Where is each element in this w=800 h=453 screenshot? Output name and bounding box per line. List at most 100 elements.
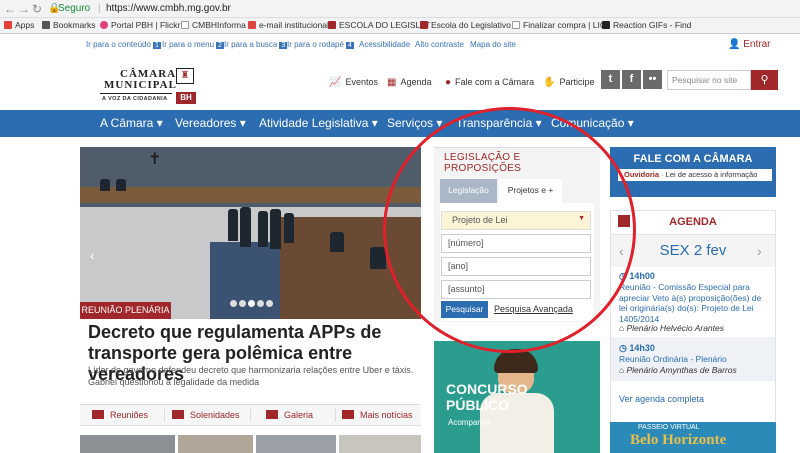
solenidades-link[interactable]: Solenidades xyxy=(172,410,240,420)
hero-benches xyxy=(280,217,421,319)
numero-input[interactable]: [número] xyxy=(441,234,591,253)
skip-menu-link[interactable]: Ir para o menu 2 xyxy=(162,40,224,49)
carousel-dot[interactable] xyxy=(248,300,255,307)
event-place: ⌂ Plenário Amynthas de Barros xyxy=(619,365,737,375)
bookmark-label: e-mail institucional xyxy=(259,20,329,30)
news-thumbnail[interactable] xyxy=(80,435,175,453)
bookmark-label: Escola do Legislativo xyxy=(431,20,511,30)
url-field[interactable]: https://www.cmbh.mg.gov.br xyxy=(106,3,231,14)
mais-noticias-link[interactable]: Mais notícias xyxy=(342,410,413,420)
bookmark-email[interactable]: e-mail institucional xyxy=(248,20,329,30)
agenda-link[interactable]: ▦ Agenda xyxy=(387,77,431,88)
category-badge[interactable]: REUNIÃO PLENÁRIA xyxy=(80,302,171,319)
crest-icon: ♜ xyxy=(176,68,194,84)
tipo-select[interactable]: Projeto de Lei ▼ xyxy=(441,211,591,230)
bookmark-escola1[interactable]: ESCOLA DO LEGISLAT xyxy=(328,20,431,30)
participe-icon: ✋ xyxy=(543,77,556,88)
ver-agenda-link[interactable]: Ver agenda completa xyxy=(619,394,704,404)
nav-vereadores[interactable]: Vereadores ▾ xyxy=(175,116,246,130)
hero-carousel-image[interactable]: ✝ ‹ xyxy=(80,147,421,319)
skip-search-link[interactable]: Ir para a busca 3 xyxy=(224,40,288,49)
skip-content-link[interactable]: Ir para o conteúdo 1 xyxy=(86,40,161,49)
nav-a-camara[interactable]: A Câmara ▾ xyxy=(100,116,163,130)
ano-input[interactable]: [ano] xyxy=(441,257,591,276)
sublink-divider xyxy=(164,408,165,422)
bookmark-flickr[interactable]: Portal PBH | Flickr xyxy=(100,20,180,30)
escola-icon xyxy=(420,21,428,29)
reload-icon[interactable]: ↻ xyxy=(32,2,42,16)
news-thumbnail[interactable] xyxy=(178,435,253,453)
header-link-label: Agenda xyxy=(400,77,432,87)
url-separator: | xyxy=(98,3,101,14)
site-search-input[interactable]: Pesquisar no site xyxy=(667,70,751,90)
banner-person-hair xyxy=(494,349,538,373)
carousel-dot[interactable] xyxy=(266,300,273,307)
carousel-dot[interactable] xyxy=(230,300,237,307)
assunto-input[interactable]: [assunto] xyxy=(441,280,591,299)
bookmark-apps[interactable]: Apps xyxy=(4,20,34,30)
news-thumbnail[interactable] xyxy=(256,435,336,453)
bookmark-finalizar[interactable]: Finalizar compra | LIC xyxy=(512,20,606,30)
accessibility-link[interactable]: Acessibilidade xyxy=(359,40,410,49)
bookmark-cmbhinforma[interactable]: CMBHInforma xyxy=(181,20,246,30)
carousel-dot[interactable] xyxy=(239,300,246,307)
email-icon xyxy=(248,21,256,29)
bookmarks-bar: Apps Bookmarks Portal PBH | Flickr CMBHI… xyxy=(0,18,800,34)
event-time: ◷ 14h30 xyxy=(619,343,655,353)
lei-acesso-link[interactable]: · Lei de acesso à informação xyxy=(659,170,757,179)
bookmark-bookmarks[interactable]: Bookmarks xyxy=(42,20,96,30)
galeria-link[interactable]: Galeria xyxy=(266,410,313,420)
news-thumbnail[interactable] xyxy=(339,435,421,453)
ouvidoria-link[interactable]: Ouvidoria xyxy=(624,170,659,179)
bookmark-label: Apps xyxy=(15,20,35,30)
twitter-icon[interactable]: t xyxy=(601,70,620,89)
person-figure xyxy=(370,247,386,269)
facebook-icon[interactable]: f xyxy=(622,70,641,89)
nav-transparencia[interactable]: Transparência ▾ xyxy=(456,116,542,130)
fale-com-camara-banner[interactable]: FALE COM A CÂMARA Ouvidoria · Lei de ace… xyxy=(610,147,776,197)
eventos-link[interactable]: 📈 Eventos xyxy=(329,77,378,88)
nav-atividade-legislativa[interactable]: Atividade Legislativa ▾ xyxy=(259,116,378,130)
agenda-title: AGENDA xyxy=(669,216,717,228)
carousel-dot[interactable] xyxy=(257,300,264,307)
agenda-event[interactable]: ◷ 14h30 Reunião Ordinária - Plenário ⌂ P… xyxy=(611,337,775,381)
next-day-icon[interactable]: › xyxy=(757,243,762,259)
reunioes-link[interactable]: Reuniões xyxy=(92,410,148,420)
participe-link[interactable]: ✋ Participe xyxy=(543,77,594,88)
skip-footer-link[interactable]: Ir para o rodapé 4 xyxy=(287,40,354,49)
concurso-banner[interactable]: CONCURSO PÚBLICO Acompanhe xyxy=(434,341,600,453)
fale-link[interactable]: ● Fale com a Câmara xyxy=(445,77,534,88)
legislacao-title: LEGISLAÇÃO E PROPOSIÇÕES xyxy=(444,152,522,174)
escola-icon xyxy=(328,21,336,29)
tab-legislacao[interactable]: Legislação xyxy=(440,179,497,203)
tab-projetos[interactable]: Projetos e + xyxy=(499,179,562,203)
site-map-link[interactable]: Mapa do site xyxy=(470,40,516,49)
star-icon xyxy=(42,21,50,29)
logo-bh-badge: BH xyxy=(176,92,196,104)
nav-comunicacao[interactable]: Comunicação ▾ xyxy=(551,116,634,130)
skip-number: 4 xyxy=(345,42,354,49)
forward-icon[interactable]: → xyxy=(18,2,30,16)
passeio-virtual-banner[interactable]: PASSEIO VIRTUAL Belo Horizonte xyxy=(610,422,776,453)
camara-logo[interactable]: CÂMARA MUNICIPAL A VOZ DA CIDADANIA ♜ BH xyxy=(100,68,196,106)
agenda-widget: AGENDA ‹ SEX 2 fev › ◷ 14h00 Reunião - C… xyxy=(610,210,776,453)
bookmark-reaction[interactable]: Reaction GIFs - Find xyxy=(602,20,691,30)
image-icon xyxy=(266,410,278,419)
flickr-icon[interactable]: •• xyxy=(643,70,662,89)
search-button[interactable]: ⚲ xyxy=(751,70,778,90)
high-contrast-link[interactable]: Alto contraste xyxy=(415,40,464,49)
pesquisar-button[interactable]: Pesquisar xyxy=(441,301,488,318)
person-figure xyxy=(330,232,344,252)
nav-servicos[interactable]: Serviços ▾ xyxy=(387,116,442,130)
pesquisa-avancada-link[interactable]: Pesquisa Avançada xyxy=(494,304,573,314)
carousel-prev-icon[interactable]: ‹ xyxy=(90,247,95,263)
event-time-value: 14h00 xyxy=(629,271,655,281)
login-link[interactable]: 👤 Entrar xyxy=(728,39,770,50)
skip-label: Ir para o conteúdo xyxy=(86,40,151,49)
bookmark-escola2[interactable]: Escola do Legislativo xyxy=(420,20,511,30)
sublink-label: Galeria xyxy=(284,410,314,420)
passeio-label: PASSEIO VIRTUAL xyxy=(638,424,700,431)
header-link-label: Fale com a Câmara xyxy=(455,77,535,87)
back-icon[interactable]: ← xyxy=(4,2,16,16)
reaction-icon xyxy=(602,21,610,29)
